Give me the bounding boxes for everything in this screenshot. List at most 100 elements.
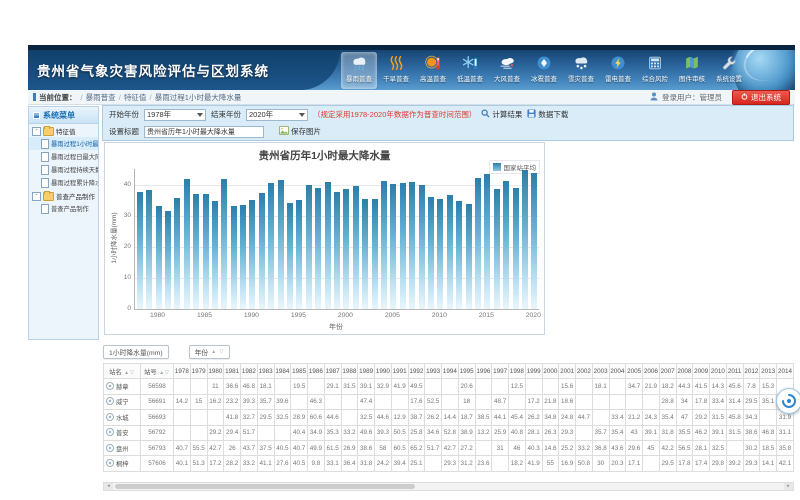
column-header-year-1980[interactable]: 1980 bbox=[207, 364, 224, 379]
value-cell: 41.1 bbox=[257, 456, 274, 471]
value-cell: 34.6 bbox=[425, 425, 442, 440]
bar-1984 bbox=[193, 194, 199, 309]
expand-icon[interactable]: - bbox=[32, 127, 41, 136]
column-header-year-1987[interactable]: 1987 bbox=[324, 364, 341, 379]
toolbar-item-wind[interactable]: 大风普查 bbox=[489, 52, 525, 89]
column-header-year-2003[interactable]: 2003 bbox=[592, 364, 609, 379]
column-header-year-1995[interactable]: 1995 bbox=[458, 364, 475, 379]
toolbar-item-rainstorm[interactable]: 暴雨普查 bbox=[341, 52, 377, 89]
column-header-year-1989[interactable]: 1989 bbox=[358, 364, 375, 379]
table-row: 威宁5669114.21516.223.239.335.739.646.347.… bbox=[104, 394, 794, 409]
column-header-year-1982[interactable]: 1982 bbox=[241, 364, 258, 379]
column-header-year-1992[interactable]: 1992 bbox=[408, 364, 425, 379]
chart-title-input[interactable] bbox=[144, 126, 264, 138]
sidebar-item[interactable]: 暴雨过程累计降水量 bbox=[29, 176, 98, 189]
column-header-year-1984[interactable]: 1984 bbox=[274, 364, 291, 379]
column-header-year-1985[interactable]: 1985 bbox=[291, 364, 308, 379]
column-header-year-1998[interactable]: 1998 bbox=[509, 364, 526, 379]
expand-icon[interactable]: - bbox=[32, 192, 41, 201]
toolbar-item-risk[interactable]: 综合风险 bbox=[637, 52, 673, 89]
toolbar-item-high-temp[interactable]: 高温普查 bbox=[415, 52, 451, 89]
station-radio[interactable] bbox=[106, 444, 114, 452]
column-header-year-2012[interactable]: 2012 bbox=[743, 364, 760, 379]
column-header-year-2007[interactable]: 2007 bbox=[659, 364, 676, 379]
value-cell: 28.9 bbox=[291, 410, 308, 425]
horizontal-scrollbar[interactable]: ◂ ▸ bbox=[103, 482, 794, 491]
breadcrumb-item[interactable]: 暴雨过程1小时最大降水量 bbox=[155, 93, 242, 102]
toolbar-item-map-review[interactable]: 图件审核 bbox=[674, 52, 710, 89]
scroll-right-arrow[interactable]: ▸ bbox=[784, 483, 793, 490]
toolbar-item-settings[interactable]: 系统设置 bbox=[711, 52, 747, 89]
column-header-year-1999[interactable]: 1999 bbox=[525, 364, 542, 379]
sidebar-item[interactable]: 暴雨过程日最大降水量 bbox=[29, 150, 98, 163]
column-header-year-2002[interactable]: 2002 bbox=[576, 364, 593, 379]
logout-button[interactable]: 退出系统 bbox=[732, 90, 790, 105]
value-cell bbox=[324, 394, 341, 409]
column-header-year-1979[interactable]: 1979 bbox=[190, 364, 207, 379]
download-button[interactable]: 数据下载 bbox=[527, 109, 568, 120]
sidebar-item[interactable]: 普查产品制作 bbox=[29, 202, 98, 215]
save-image-button[interactable]: 保存图片 bbox=[279, 126, 321, 137]
column-header-year-2004[interactable]: 2004 bbox=[609, 364, 626, 379]
breadcrumb-item[interactable]: 暴雨普查 bbox=[86, 93, 116, 102]
column-header-station-name[interactable]: 站名 ▲▽ bbox=[104, 364, 141, 379]
scroll-left-arrow[interactable]: ◂ bbox=[104, 483, 113, 490]
toolbar-item-snow[interactable]: 雪灾普查 bbox=[563, 52, 599, 89]
station-radio[interactable] bbox=[106, 413, 114, 421]
floating-widget-button[interactable] bbox=[776, 388, 800, 414]
sidebar-group-label: 特征值 bbox=[56, 126, 76, 136]
station-radio[interactable] bbox=[106, 428, 114, 436]
column-header-year-2001[interactable]: 2001 bbox=[559, 364, 576, 379]
calculate-button[interactable]: 计算结果 bbox=[481, 109, 522, 120]
end-year-select[interactable]: 2020年 bbox=[246, 109, 308, 121]
column-header-year-1983[interactable]: 1983 bbox=[257, 364, 274, 379]
column-header-year-1991[interactable]: 1991 bbox=[391, 364, 408, 379]
breadcrumb-item[interactable]: 特征值 bbox=[124, 93, 147, 102]
measure-chip[interactable]: 1小时降水量(mm) bbox=[103, 345, 169, 359]
value-cell: 47.4 bbox=[358, 394, 375, 409]
toolbar-item-hail[interactable]: 冰雹普查 bbox=[526, 52, 562, 89]
value-cell: 30.2 bbox=[743, 440, 760, 455]
scrollbar-thumb[interactable] bbox=[115, 484, 415, 489]
precipitation-chart: 贵州省历年1小时最大降水量 国家站平均 1小时降水量(mm) 年份 010203… bbox=[104, 142, 545, 335]
column-header-year-2011[interactable]: 2011 bbox=[726, 364, 743, 379]
sidebar-group[interactable]: - 特征值 bbox=[29, 124, 98, 137]
year-chip[interactable]: 年份 ▲ ▽ bbox=[189, 345, 231, 359]
column-header-year-2000[interactable]: 2000 bbox=[542, 364, 559, 379]
value-cell: 50.5 bbox=[391, 425, 408, 440]
sidebar-item[interactable]: 暴雨过程持续天数 bbox=[29, 163, 98, 176]
column-header-station-id[interactable]: 站号 ▲▽ bbox=[141, 364, 174, 379]
value-cell: 14.6 bbox=[542, 440, 559, 455]
column-header-year-2009[interactable]: 2009 bbox=[693, 364, 710, 379]
column-header-year-2010[interactable]: 2010 bbox=[710, 364, 727, 379]
column-header-year-2008[interactable]: 2008 bbox=[676, 364, 693, 379]
column-header-year-1990[interactable]: 1990 bbox=[375, 364, 392, 379]
column-header-year-1994[interactable]: 1994 bbox=[442, 364, 459, 379]
sidebar-group[interactable]: -普查产品制作 bbox=[29, 189, 98, 202]
image-icon bbox=[279, 126, 289, 137]
column-header-year-1997[interactable]: 1997 bbox=[492, 364, 509, 379]
toolbar-item-low-temp[interactable]: 低温普查 bbox=[452, 52, 488, 89]
swirl-icon bbox=[782, 394, 796, 408]
y-axis-tick-label: 40 bbox=[107, 181, 131, 188]
column-header-year-2005[interactable]: 2005 bbox=[626, 364, 643, 379]
column-header-year-1978[interactable]: 1978 bbox=[174, 364, 191, 379]
column-header-year-1993[interactable]: 1993 bbox=[425, 364, 442, 379]
x-axis-tick-label: 2020 bbox=[526, 312, 541, 319]
column-header-year-1996[interactable]: 1996 bbox=[475, 364, 492, 379]
station-name-cell: 威宁 bbox=[104, 394, 141, 409]
toolbar-item-lightning[interactable]: 雷电普查 bbox=[600, 52, 636, 89]
station-radio[interactable] bbox=[106, 382, 114, 390]
value-cell: 9.8 bbox=[308, 456, 325, 471]
column-header-year-1981[interactable]: 1981 bbox=[224, 364, 241, 379]
sidebar-item[interactable]: 暴雨过程1小时最大降水量 bbox=[29, 137, 98, 150]
column-header-year-2006[interactable]: 2006 bbox=[643, 364, 660, 379]
column-header-year-1986[interactable]: 1986 bbox=[308, 364, 325, 379]
column-header-year-2013[interactable]: 2013 bbox=[760, 364, 777, 379]
station-radio[interactable] bbox=[106, 459, 114, 467]
station-radio[interactable] bbox=[106, 397, 114, 405]
column-header-year-2014[interactable]: 2014 bbox=[777, 364, 794, 379]
start-year-select[interactable]: 1978年 bbox=[144, 109, 206, 121]
toolbar-item-drought[interactable]: 干旱普查 bbox=[378, 52, 414, 89]
column-header-year-1988[interactable]: 1988 bbox=[341, 364, 358, 379]
